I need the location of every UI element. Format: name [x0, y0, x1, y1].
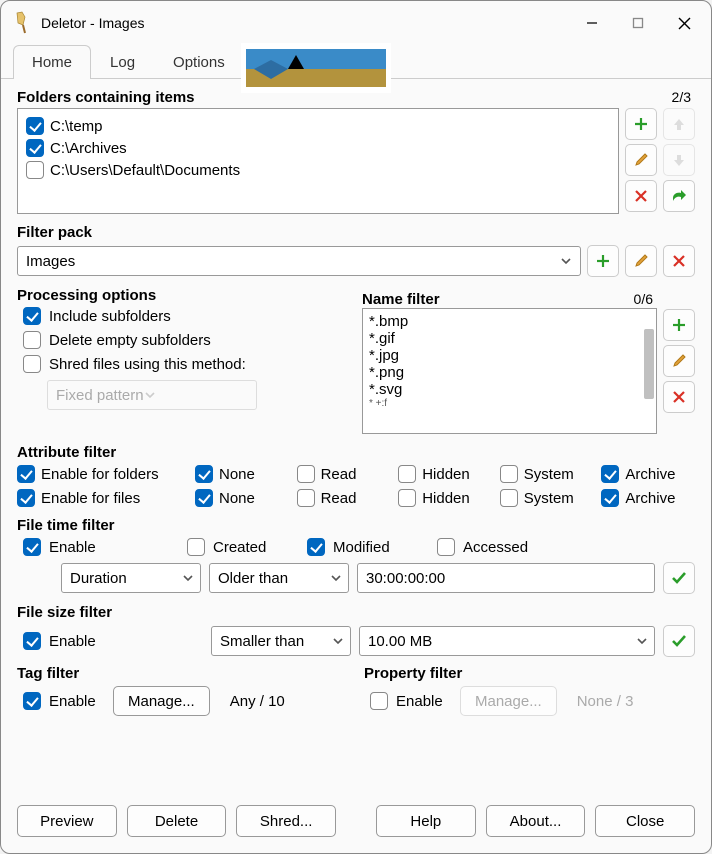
tab-home[interactable]: Home [13, 45, 91, 79]
size-enable-checkbox[interactable] [23, 632, 41, 650]
size-apply-button[interactable] [663, 625, 695, 657]
include-subfolders-checkbox[interactable] [23, 307, 41, 325]
maximize-button[interactable] [615, 7, 661, 39]
tab-options[interactable]: Options [154, 45, 244, 79]
tag-filter-label: Tag filter [17, 665, 348, 682]
size-value-select[interactable]: 10.00 MB [359, 626, 655, 656]
time-filter-label: File time filter [17, 517, 695, 534]
footer: Preview Delete Shred... Help About... Cl… [1, 793, 711, 853]
attribute-filter-label: Attribute filter [17, 444, 695, 461]
tag-enable-checkbox[interactable] [23, 692, 41, 710]
tag-desc: Any / 10 [230, 693, 285, 710]
time-created-checkbox[interactable] [187, 538, 205, 556]
list-item[interactable]: *.gif [369, 330, 650, 347]
name-add-button[interactable] [663, 309, 695, 341]
list-item[interactable]: *.svg [369, 381, 650, 398]
attr-none-checkbox[interactable] [195, 465, 213, 483]
filter-pack-select[interactable]: Images [17, 246, 581, 276]
app-window: Deletor - Images Home Log Options Folder… [0, 0, 712, 854]
chevron-down-icon [636, 635, 648, 647]
name-filter-label: Name filter [362, 291, 634, 308]
pack-edit-button[interactable] [625, 245, 657, 277]
prop-desc: None / 3 [577, 693, 634, 710]
tag-manage-button[interactable]: Manage... [113, 686, 210, 716]
checkbox[interactable] [26, 161, 44, 179]
chevron-down-icon [560, 255, 572, 267]
chevron-down-icon [330, 572, 342, 584]
attr-read-checkbox[interactable] [297, 489, 315, 507]
folder-delete-button[interactable] [625, 180, 657, 212]
tab-log[interactable]: Log [91, 45, 154, 79]
time-value-input[interactable]: 30:00:00:00 [357, 563, 655, 593]
attr-read-checkbox[interactable] [297, 465, 315, 483]
preview-button[interactable]: Preview [17, 805, 117, 837]
attr-archive-checkbox[interactable] [601, 489, 619, 507]
processing-label: Processing options [17, 287, 350, 304]
attr-archive-checkbox[interactable] [601, 465, 619, 483]
folder-item: C:\Users\Default\Documents [26, 159, 610, 181]
folder-up-button[interactable] [663, 108, 695, 140]
shred-button[interactable]: Shred... [236, 805, 336, 837]
time-mode-select[interactable]: Duration [61, 563, 201, 593]
about-button[interactable]: About... [486, 805, 586, 837]
tabbar: Home Log Options [1, 45, 711, 79]
folder-share-button[interactable] [663, 180, 695, 212]
attr-folders-checkbox[interactable] [17, 465, 35, 483]
scrollbar[interactable] [644, 329, 654, 399]
property-filter-label: Property filter [364, 665, 695, 682]
time-modified-checkbox[interactable] [307, 538, 325, 556]
attr-none-checkbox[interactable] [195, 489, 213, 507]
checkbox[interactable] [26, 117, 44, 135]
attr-hidden-checkbox[interactable] [398, 489, 416, 507]
checkbox[interactable] [26, 139, 44, 157]
folder-down-button[interactable] [663, 144, 695, 176]
close-window-button[interactable] [661, 7, 707, 39]
folder-item: C:\temp [26, 115, 610, 137]
list-item[interactable]: *.bmp [369, 313, 650, 330]
folder-add-button[interactable] [625, 108, 657, 140]
folder-edit-button[interactable] [625, 144, 657, 176]
delete-button[interactable]: Delete [127, 805, 227, 837]
list-item-cut: * +:f [369, 398, 650, 409]
pack-add-button[interactable] [587, 245, 619, 277]
name-filter-list[interactable]: *.bmp *.gif *.jpg *.png *.svg * +:f [362, 308, 657, 434]
shred-checkbox[interactable] [23, 355, 41, 373]
attr-system-checkbox[interactable] [500, 465, 518, 483]
app-icon [13, 11, 33, 35]
titlebar: Deletor - Images [1, 1, 711, 45]
time-accessed-checkbox[interactable] [437, 538, 455, 556]
close-button[interactable]: Close [595, 805, 695, 837]
name-delete-button[interactable] [663, 381, 695, 413]
folders-counter: 2/3 [672, 89, 691, 105]
chevron-down-icon [332, 635, 344, 647]
time-op-select[interactable]: Older than [209, 563, 349, 593]
header-graphic [241, 43, 391, 93]
attr-hidden-checkbox[interactable] [398, 465, 416, 483]
filter-pack-label: Filter pack [17, 224, 695, 241]
attr-files-checkbox[interactable] [17, 489, 35, 507]
time-apply-button[interactable] [663, 562, 695, 594]
shred-method-select: Fixed pattern [47, 380, 257, 410]
list-item[interactable]: *.png [369, 364, 650, 381]
pack-delete-button[interactable] [663, 245, 695, 277]
name-edit-button[interactable] [663, 345, 695, 377]
list-item[interactable]: *.jpg [369, 347, 650, 364]
attr-system-checkbox[interactable] [500, 489, 518, 507]
window-title: Deletor - Images [41, 15, 569, 31]
folders-list[interactable]: C:\temp C:\Archives C:\Users\Default\Doc… [17, 108, 619, 214]
time-enable-checkbox[interactable] [23, 538, 41, 556]
help-button[interactable]: Help [376, 805, 476, 837]
minimize-button[interactable] [569, 7, 615, 39]
prop-enable-checkbox[interactable] [370, 692, 388, 710]
size-op-select[interactable]: Smaller than [211, 626, 351, 656]
chevron-down-icon [144, 389, 156, 401]
prop-manage-button: Manage... [460, 686, 557, 716]
size-filter-label: File size filter [17, 604, 695, 621]
folder-item: C:\Archives [26, 137, 610, 159]
delete-empty-checkbox[interactable] [23, 331, 41, 349]
name-filter-counter: 0/6 [634, 291, 653, 307]
chevron-down-icon [182, 572, 194, 584]
